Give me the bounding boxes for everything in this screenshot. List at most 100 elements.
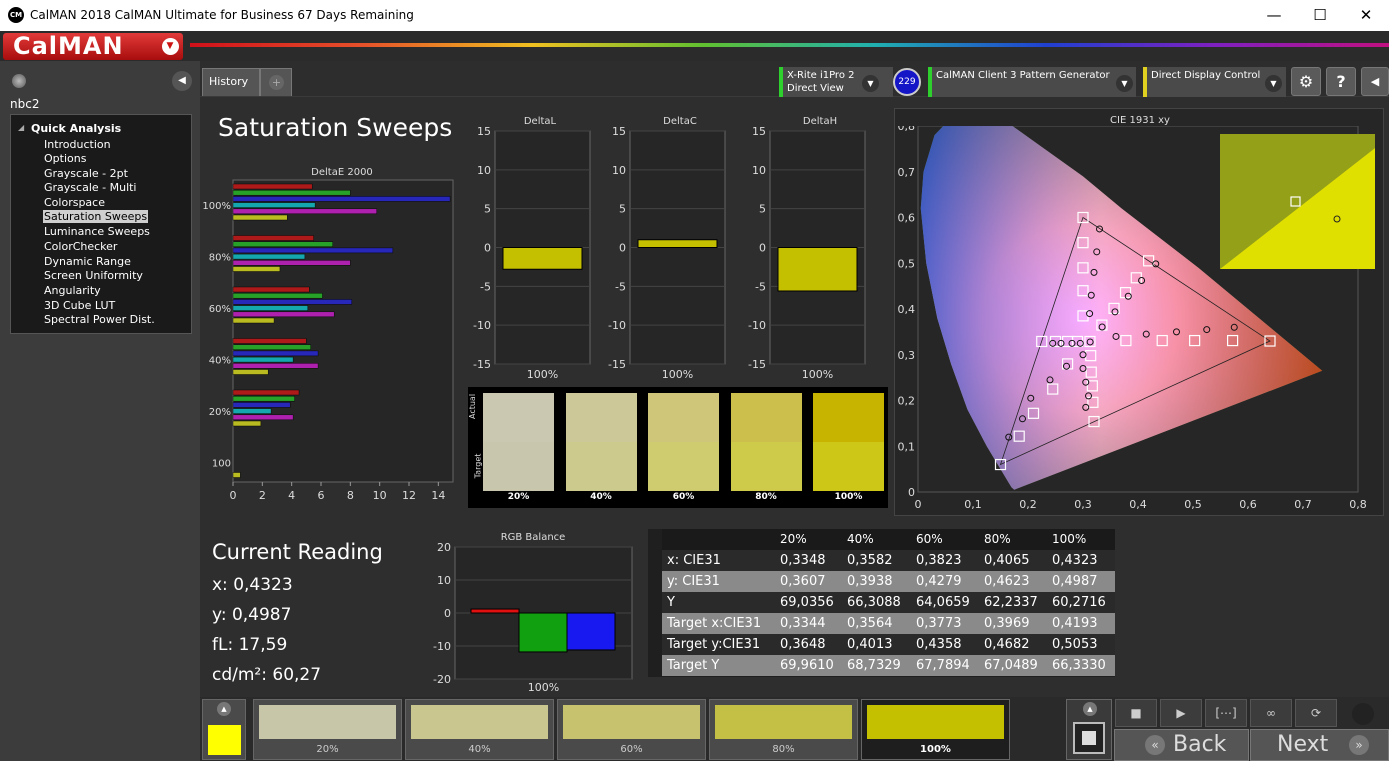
step-swatch [411,705,548,739]
deltae-bar [232,292,323,299]
chevron-down-icon[interactable]: ▼ [862,75,879,92]
chevron-down-icon[interactable]: ▼ [1265,75,1282,92]
delta-y-tick-label: 5 [759,203,766,216]
up-arrow-icon[interactable]: ▲ [217,702,231,716]
sidebar-item-grayscale-2pt[interactable]: Grayscale - 2pt [43,167,129,180]
table-row: Y 69,0356 66,3088 64,0659 62,2337 60,2716 [662,592,1115,613]
delta-lch-charts: 15 10 5 0 -5 -10 -15 100% 15 10 5 0 -5 -10 -15 100% 15 10… [473,125,866,381]
collapse-left-icon[interactable]: ◀ [172,71,192,91]
table-cell: 0,4193 [1052,616,1098,631]
maximize-button[interactable]: ☐ [1297,0,1343,31]
cie-x-tick-label: 0,5 [1184,498,1202,511]
deltae-x-tick-label: 6 [318,489,325,502]
page-title: Saturation Sweeps [218,113,453,142]
deltae-bar [232,247,394,254]
tab-history-1[interactable]: History 1 [202,68,260,114]
table-cell: 0,3938 [847,574,893,589]
close-button[interactable]: ✕ [1343,0,1389,31]
tree-expand-icon[interactable]: ◢ [18,123,24,132]
read-series-button[interactable]: [⋯] [1205,699,1247,727]
delta-y-tick-label: -15 [608,358,626,371]
settings-button[interactable]: ⚙ [1291,67,1321,96]
table-row-label: y: CIE31 [667,574,720,589]
sidebar-item-spectral-power[interactable]: Spectral Power Dist. [43,313,156,326]
sidebar-item-screen-uniformity[interactable]: Screen Uniformity [43,269,144,282]
calman-logo[interactable]: CalMAN ▼ [3,33,183,60]
refresh-button[interactable]: ⟳ [1295,699,1337,727]
swatch-target [648,442,719,491]
cie-y-tick-label: 0,1 [898,440,916,453]
deltae-x-tick-label: 12 [402,489,416,502]
collapse-right-button[interactable]: ◀ [1361,67,1389,96]
step-button-100pct[interactable]: 100% [861,699,1010,760]
rgb-y-tick-label: 0 [444,607,451,620]
status-light-icon [1352,703,1374,725]
step-button-20pct[interactable]: 20% [253,699,402,760]
step-button-80pct[interactable]: 80% [709,699,858,760]
tree-group-quick-analysis[interactable]: Quick Analysis [31,122,121,135]
generator-selector[interactable]: CalMAN Client 3 Pattern Generator ▼ [928,67,1136,97]
sidebar-item-introduction[interactable]: Introduction [43,138,112,151]
current-color-swatch [208,725,241,755]
minimize-button[interactable]: — [1251,0,1297,31]
sidebar-item-colorspace[interactable]: Colorspace [43,196,106,209]
logo-menu-icon[interactable]: ▼ [162,38,179,55]
cie-chart-title: CIE 1931 xy [1110,115,1170,126]
refresh-icon: ⟳ [1310,706,1322,720]
table-row-label: Target x:CIE31 [667,616,762,631]
workflow-tree: ◢ Quick Analysis Introduction Options Gr… [10,114,192,334]
sidebar-item-dynamic-range[interactable]: Dynamic Range [43,255,132,268]
rgb-category-label: 100% [528,681,559,694]
table-cell: 0,4013 [847,637,893,652]
up-arrow-icon[interactable]: ▲ [1083,702,1097,716]
deltae-bar [232,369,269,375]
table-row: x: CIE31 0,3348 0,3582 0,3823 0,4065 0,4323 [662,550,1115,571]
deltae-bar [232,305,309,311]
deltae-bar [232,299,353,305]
sidebar-item-colorchecker[interactable]: ColorChecker [43,240,118,253]
sidebar-item-grayscale-multi[interactable]: Grayscale - Multi [43,181,138,194]
cie-y-tick-label: 0,4 [898,303,916,316]
stop-record-button[interactable] [1073,722,1105,754]
panel-pin-icon[interactable] [12,74,26,88]
meter-selector[interactable]: X-Rite i1Pro 2 Direct View ▼ [779,67,893,97]
cie-y-tick-label: 0,7 [898,166,916,179]
step-button-60pct[interactable]: 60% [557,699,706,760]
step-label: 40% [468,744,491,755]
deltae-bar [232,363,319,369]
add-tab-button[interactable]: + [260,68,292,96]
step-button-40pct[interactable]: 40% [405,699,554,760]
table-cell: 0,3823 [916,553,962,568]
sidebar-item-saturation-sweeps[interactable]: Saturation Sweeps [43,210,149,223]
deltae-x-tick-label: 8 [347,489,354,502]
next-button[interactable]: Next » [1250,729,1389,761]
rgb-y-tick-label: 10 [437,574,451,587]
play-button[interactable]: ▶ [1160,699,1202,727]
sidebar-item-angularity[interactable]: Angularity [43,284,102,297]
stop-icon: ■ [1130,706,1142,720]
logo-text: CalMAN [13,32,124,60]
chevron-down-icon[interactable]: ▼ [1116,75,1133,92]
sidebar-item-options[interactable]: Options [43,152,87,165]
table-cell: 0,4987 [1052,574,1098,589]
delta-y-tick-label: -5 [755,280,766,293]
deltae-category-label: 80% [209,253,231,264]
deltae-bar [232,420,262,427]
swatch-actual [483,393,554,442]
back-button[interactable]: « Back [1114,729,1249,761]
deltae-bar [232,311,335,318]
deltae-bar [232,350,319,357]
stop-button[interactable]: ■ [1115,699,1157,727]
continuous-button[interactable]: ∞ [1250,699,1292,727]
sidebar-item-3d-cube-lut[interactable]: 3D Cube LUT [43,299,116,312]
data-table: 20% 40% 60% 80% 100% x: CIE31 0,3348 0,3582 0,38… [648,529,1115,677]
swatch-actual [813,393,884,442]
cie-x-tick-label: 0,1 [964,498,982,511]
table-header-cell: 80% [984,532,1011,546]
delta-y-tick-label: -5 [480,280,491,293]
sidebar-item-luminance-sweeps[interactable]: Luminance Sweeps [43,225,151,238]
display-selector[interactable]: Direct Display Control ▼ [1143,67,1286,97]
help-button[interactable]: ? [1326,67,1356,96]
swatch-label: 60% [672,492,695,502]
generator-name: CalMAN Client 3 Pattern Generator [936,70,1110,81]
